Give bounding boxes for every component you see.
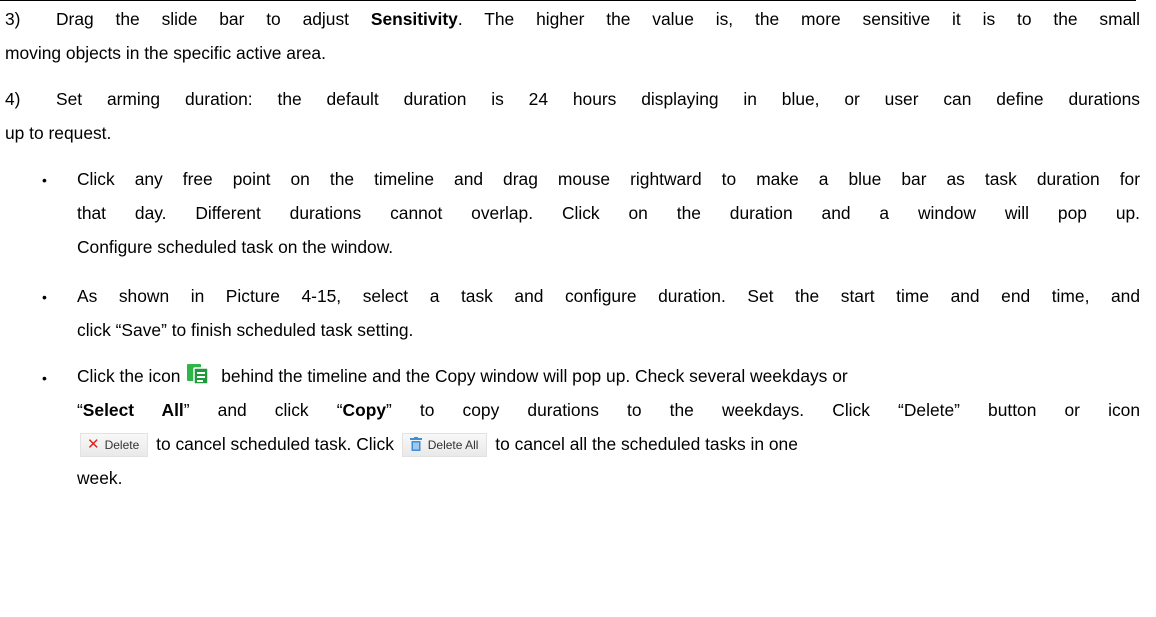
delete-button[interactable]: ✕ Delete xyxy=(80,433,149,458)
close-icon: ✕ xyxy=(87,436,100,454)
bullet-3-marker: • xyxy=(42,370,47,386)
step-4-line-1: 4) Set arming duration: the default durat… xyxy=(5,82,1140,116)
bullet-2-text: As shown in Picture 4-15, select a task … xyxy=(77,286,1140,340)
step-4-number: 4) xyxy=(5,89,21,109)
delete-button-label: Delete xyxy=(104,438,140,453)
copy-term: Copy xyxy=(342,400,386,420)
bullet-3-line-4: week. xyxy=(77,468,123,488)
bullet-3-line-1: Click the icon behind the timeline and t… xyxy=(77,359,1140,393)
copy-icon[interactable] xyxy=(185,362,211,385)
sensitivity-term: Sensitivity xyxy=(370,9,458,29)
select-all-term: Select All xyxy=(82,400,184,420)
bullet-1-text: Click any free point on the timeline and… xyxy=(77,169,1140,257)
bullet-2-marker: • xyxy=(42,289,47,305)
bullet-1-marker: • xyxy=(42,172,47,188)
bullet-3-line-2: “Select All” and click “Copy” to copy du… xyxy=(77,400,1140,420)
step-3-line-1: 3) Drag the slide bar to adjust Sensitivi… xyxy=(5,2,1140,36)
step-4-paragraph: 4) Set arming duration: the default durat… xyxy=(5,82,1140,150)
step-4-line-2: up to request. xyxy=(5,123,112,143)
step-3-number: 3) xyxy=(5,9,21,29)
bullet-3-text: Click the icon behind the timeline and t… xyxy=(77,359,1140,495)
delete-all-button-label: Delete All xyxy=(427,438,479,453)
bullet-3-line-3: ✕ Delete to cancel scheduled task. Click … xyxy=(77,427,1140,461)
step-3-paragraph: 3) Drag the slide bar to adjust Sensitivi… xyxy=(5,2,1140,70)
trash-icon xyxy=(409,436,423,452)
step-3-line-2: moving objects in the specific active ar… xyxy=(5,43,326,63)
delete-all-button[interactable]: Delete All xyxy=(401,433,488,458)
